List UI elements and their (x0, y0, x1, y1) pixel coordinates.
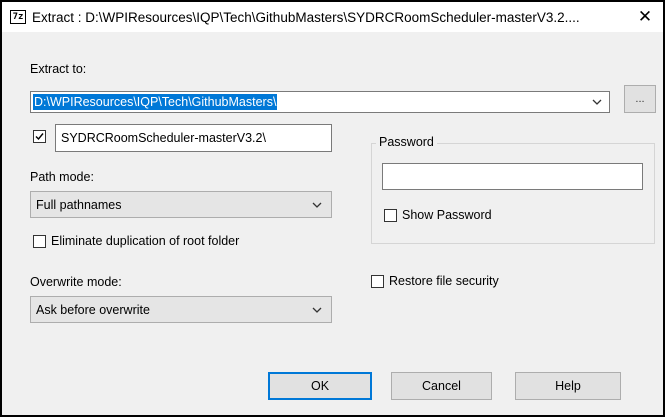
show-password-checkbox[interactable] (384, 209, 397, 222)
7zip-app-icon: 7z (10, 10, 26, 24)
checkmark-icon (35, 133, 44, 141)
overwrite-mode-select[interactable]: Ask before overwrite (30, 296, 332, 323)
password-group-title: Password (376, 135, 437, 149)
cancel-button[interactable]: Cancel (391, 372, 492, 400)
subfolder-checkbox[interactable] (33, 130, 46, 143)
overwrite-mode-value: Ask before overwrite (36, 302, 150, 317)
restore-file-security-label: Restore file security (389, 274, 499, 288)
chevron-down-icon (312, 202, 322, 208)
chevron-down-icon (312, 307, 322, 313)
ok-button[interactable]: OK (268, 372, 372, 400)
path-mode-label: Path mode: (30, 170, 94, 184)
extract-dialog: 7z Extract : D:\WPIResources\IQP\Tech\Gi… (0, 0, 665, 417)
restore-file-security-checkbox[interactable] (371, 275, 384, 288)
password-groupbox (371, 143, 655, 244)
path-mode-select[interactable]: Full pathnames (30, 191, 332, 218)
chevron-down-icon[interactable] (591, 96, 603, 108)
title-bar[interactable]: 7z Extract : D:\WPIResources\IQP\Tech\Gi… (2, 2, 663, 32)
overwrite-mode-label: Overwrite mode: (30, 275, 122, 289)
close-button[interactable]: ✕ (633, 5, 657, 29)
extract-to-value: D:\WPIResources\IQP\Tech\GithubMasters\ (33, 94, 278, 110)
subfolder-name-field[interactable]: SYDRCRoomScheduler-masterV3.2\ (55, 124, 332, 152)
extract-to-label: Extract to: (30, 62, 87, 76)
show-password-label: Show Password (402, 208, 492, 222)
window-title: Extract : D:\WPIResources\IQP\Tech\Githu… (32, 9, 580, 25)
extract-to-combobox[interactable]: D:\WPIResources\IQP\Tech\GithubMasters\ (30, 91, 610, 113)
eliminate-duplication-label: Eliminate duplication of root folder (51, 234, 240, 248)
eliminate-duplication-checkbox[interactable] (33, 235, 46, 248)
password-field[interactable] (382, 163, 643, 190)
path-mode-value: Full pathnames (36, 197, 122, 212)
close-icon: ✕ (637, 7, 653, 26)
browse-button[interactable]: ... (624, 85, 656, 113)
help-button[interactable]: Help (515, 372, 621, 400)
